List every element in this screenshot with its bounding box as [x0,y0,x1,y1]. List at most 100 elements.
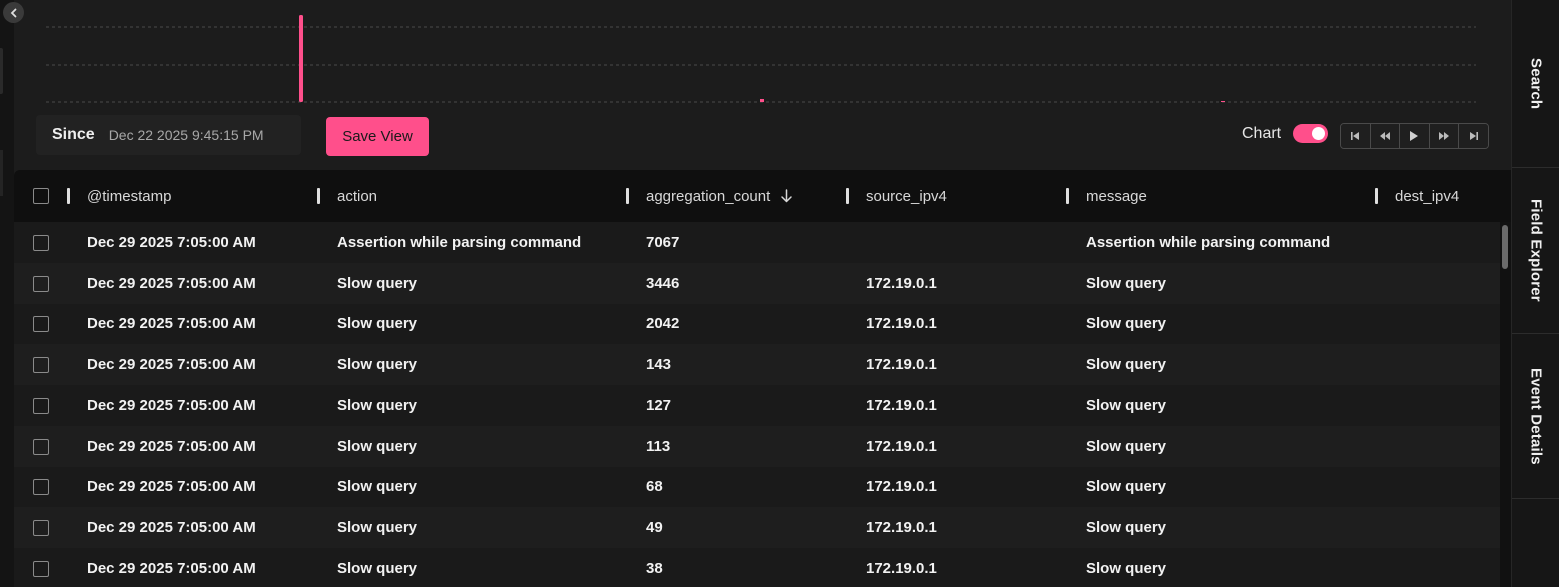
histogram-bar[interactable] [299,15,303,102]
table-row[interactable]: Dec 29 2025 7:05:00 AM Slow query 127 172.1… [14,385,1500,426]
skip-forward-button[interactable] [1459,124,1488,148]
column-resize-handle[interactable] [67,188,70,204]
row-checkbox[interactable] [33,397,49,414]
cell-aggregation-count: 2042 [646,315,680,332]
row-select-cell [33,222,49,263]
column-header-action[interactable]: action [337,170,377,222]
cell-message: Slow query [1086,478,1167,495]
table-row[interactable]: Dec 29 2025 7:05:00 AM Slow query 2042 172.… [14,303,1500,344]
cell-source-ipv4: 172.19.0.1 [866,519,937,536]
cell-source-ipv4: 172.19.0.1 [866,438,937,455]
column-header-timestamp[interactable]: @timestamp [87,170,171,222]
since-value: Dec 22 2025 9:45:15 PM [108,127,264,143]
cell-source-ipv4: 172.19.0.1 [866,275,937,292]
right-side-panel: Search Field Explorer Event Details [1511,0,1559,587]
table-row[interactable]: Dec 29 2025 7:05:00 AM Slow query 3446 172.… [14,263,1500,304]
row-select-cell [33,507,49,548]
table-header: @timestamp action aggregation_count sour… [14,170,1511,222]
column-header-label: source_ipv4 [866,187,947,205]
cell-timestamp: Dec 29 2025 7:05:00 AM [87,438,256,455]
fast-forward-button[interactable] [1429,124,1460,148]
column-header-label: @timestamp [87,187,172,205]
sort-descending-icon[interactable] [780,189,793,203]
row-checkbox[interactable] [33,275,49,292]
table-row[interactable]: Dec 29 2025 7:05:00 AM Assertion while pa… [14,222,1500,263]
rewind-button[interactable] [1370,124,1401,148]
rail-indicator [0,48,3,94]
skip-back-button[interactable] [1341,124,1371,148]
skip-forward-icon [1469,132,1478,140]
select-all-cell [33,170,49,222]
cell-timestamp: Dec 29 2025 7:05:00 AM [87,315,256,332]
row-checkbox[interactable] [33,560,49,577]
row-checkbox[interactable] [33,438,49,455]
table-row[interactable]: Dec 29 2025 7:05:00 AM Slow query 38 172.19… [14,548,1500,587]
table-row[interactable]: Dec 29 2025 7:05:00 AM Slow query 49 172.19… [14,507,1500,548]
cell-timestamp: Dec 29 2025 7:05:00 AM [87,356,256,373]
chart-toggle[interactable] [1293,124,1329,143]
cell-action: Slow query [337,397,418,414]
cell-message: Slow query [1086,315,1167,332]
row-select-cell [33,426,49,467]
histogram-bar[interactable] [1221,101,1225,102]
cell-timestamp: Dec 29 2025 7:05:00 AM [87,234,256,251]
cell-aggregation-count: 143 [646,356,672,373]
column-header-dest-ipv4[interactable]: dest_ipv4 [1395,170,1459,222]
tab-search[interactable]: Search [1512,0,1559,168]
since-label: Since [52,126,95,143]
row-select-cell [33,263,49,304]
cell-action: Slow query [337,519,418,536]
cell-message: Assertion while parsing command [1086,234,1331,251]
column-header-label: action [337,187,378,205]
scrollbar-thumb[interactable] [1502,225,1508,269]
chevron-left-icon [10,8,16,17]
column-resize-handle[interactable] [626,188,629,204]
cell-aggregation-count: 68 [646,478,663,495]
rail-indicator [0,150,3,196]
cell-action: Slow query [337,560,418,577]
tab-label: Search [1527,57,1545,110]
table-row[interactable]: Dec 29 2025 7:05:00 AM Slow query 143 172.1… [14,344,1500,385]
toggle-knob [1312,127,1326,140]
time-range-since[interactable]: Since Dec 22 2025 9:45:15 PM [36,115,301,155]
column-header-message[interactable]: message [1086,170,1147,222]
column-resize-handle[interactable] [317,188,320,204]
cell-source-ipv4: 172.19.0.1 [866,397,937,414]
column-resize-handle[interactable] [846,188,849,204]
cell-aggregation-count: 113 [646,438,671,455]
row-checkbox[interactable] [33,315,49,332]
cell-source-ipv4: 172.19.0.1 [866,356,937,373]
row-checkbox[interactable] [33,519,49,536]
cell-action: Assertion while parsing command [337,234,582,251]
left-rail [0,0,14,587]
row-select-cell [33,303,49,344]
column-resize-handle[interactable] [1375,188,1378,204]
event-histogram[interactable] [46,10,1476,105]
tab-field-explorer[interactable]: Field Explorer [1512,168,1559,334]
cell-action: Slow query [337,356,418,373]
row-checkbox[interactable] [33,356,49,373]
play-button[interactable] [1400,124,1430,148]
rewind-icon [1379,132,1390,140]
column-header-source-ipv4[interactable]: source_ipv4 [866,170,947,222]
cell-source-ipv4: 172.19.0.1 [866,560,937,577]
collapse-sidebar-button[interactable] [3,2,24,23]
column-header-aggregation-count[interactable]: aggregation_count [646,170,793,222]
table-row[interactable]: Dec 29 2025 7:05:00 AM Slow query 113 172.1… [14,426,1500,467]
tab-label: Field Explorer [1527,199,1545,302]
column-resize-handle[interactable] [1066,188,1069,204]
row-select-cell [33,385,49,426]
main-panel: Since Dec 22 2025 9:45:15 PM Save View C… [14,0,1511,587]
cell-message: Slow query [1086,275,1167,292]
table-scrollbar[interactable] [1500,222,1511,587]
select-all-checkbox[interactable] [33,188,49,204]
skip-back-icon [1351,132,1360,140]
tab-event-details[interactable]: Event Details [1512,334,1559,499]
row-checkbox[interactable] [33,234,49,251]
save-view-button[interactable]: Save View [326,117,429,156]
histogram-bar[interactable] [760,99,764,102]
table-row[interactable]: Dec 29 2025 7:05:00 AM Slow query 68 172.19… [14,466,1500,507]
row-checkbox[interactable] [33,478,49,495]
playback-controls [1340,123,1489,149]
column-header-label: aggregation_count [646,187,771,205]
